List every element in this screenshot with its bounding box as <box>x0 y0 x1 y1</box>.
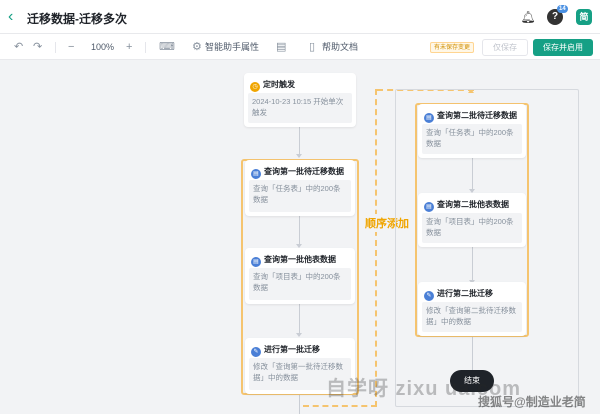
layout-icon[interactable]: ▤ <box>276 40 286 54</box>
keyboard-icon[interactable]: ⌨ <box>159 40 175 54</box>
node-title: ▤ 查询第一批他表数据 <box>251 254 336 267</box>
save-button[interactable]: 仅保存 <box>482 39 528 56</box>
zoom-in-icon[interactable]: + <box>126 40 132 54</box>
database-icon: ▤ <box>251 257 261 267</box>
connector <box>299 127 300 157</box>
help-icon[interactable]: ? 14 <box>547 5 568 25</box>
node-title: ✎ 进行第一批迁移 <box>251 344 320 357</box>
database-icon: ▤ <box>424 202 434 212</box>
undo-icon[interactable]: ↶ <box>14 40 23 54</box>
arrow <box>296 154 302 158</box>
edit-icon: ✎ <box>251 347 261 357</box>
node-title: ▤ 查询第二批待迁移数据 <box>424 110 517 123</box>
settings-icon[interactable]: ⚙ <box>192 40 202 54</box>
app-header: ‹ 迁移数据-迁移多次 🔔︎ ? 14 简 <box>0 0 600 34</box>
help-badge: 14 <box>557 5 568 13</box>
database-icon: ▤ <box>251 169 261 179</box>
help-doc-button[interactable]: 帮助文档 <box>322 40 358 54</box>
zoom-level: 100% <box>91 42 115 52</box>
trigger-node[interactable]: ◷ 定时触发 2024-10-23 10:15 开始单次触发 <box>244 73 356 127</box>
migrate-second-batch-node[interactable]: ✎ 进行第二批迁移 修改「查询第二批待迁移数据」中的数据 <box>418 282 526 336</box>
divider <box>145 42 146 53</box>
bell-icon[interactable]: 🔔︎ <box>520 9 536 25</box>
query-first-other-node[interactable]: ▤ 查询第一批他表数据 查询「项目表」中的200条数据 <box>245 248 355 304</box>
node-desc: 查询「任务表」中的200条数据 <box>249 180 351 212</box>
book-icon[interactable]: ▯ <box>309 40 315 54</box>
node-desc: 查询「项目表」中的200条数据 <box>422 213 522 243</box>
node-title: ▤ 查询第二批他表数据 <box>424 199 509 212</box>
connector <box>472 336 473 370</box>
node-desc: 查询「任务表」中的200条数据 <box>422 124 522 154</box>
page-title: 迁移数据-迁移多次 <box>27 12 127 26</box>
node-desc: 查询「项目表」中的200条数据 <box>249 268 351 300</box>
edit-icon: ✎ <box>424 291 434 301</box>
redo-icon[interactable]: ↷ <box>33 40 42 54</box>
node-title: ✎ 进行第二批迁移 <box>424 288 493 301</box>
query-first-batch-node[interactable]: ▤ 查询第一批待迁移数据 查询「任务表」中的200条数据 <box>245 160 355 216</box>
flow-canvas[interactable]: 顺序添加 ◷ 定时触发 2024-10-23 10:15 开始单次触发 ▤ 查询第一… <box>0 61 600 414</box>
unsaved-tag: 有未保存变更 <box>430 42 475 53</box>
chevron-left-icon[interactable]: ‹ <box>8 9 22 25</box>
node-desc: 修改「查询第二批待迁移数据」中的数据 <box>422 302 522 332</box>
clock-icon: ◷ <box>250 82 260 92</box>
connector <box>299 395 300 414</box>
watermark-author: 搜狐号@制造业老简 <box>478 395 586 409</box>
node-title: ◷ 定时触发 <box>250 79 295 92</box>
toolbar: ↶ ↷ − 100% + ⌨ ⚙ 智能助手属性 ▤ ▯ 帮助文档 有未保存变更 … <box>0 34 600 60</box>
save-enable-button[interactable]: 保存并启用 <box>533 39 593 56</box>
divider <box>55 42 56 53</box>
database-icon: ▤ <box>424 113 434 123</box>
node-title: ▤ 查询第一批待迁移数据 <box>251 166 344 179</box>
zoom-out-icon[interactable]: − <box>68 40 74 54</box>
avatar[interactable]: 简 <box>576 9 592 25</box>
node-desc: 2024-10-23 10:15 开始单次触发 <box>248 93 352 123</box>
query-second-other-node[interactable]: ▤ 查询第二批他表数据 查询「项目表」中的200条数据 <box>418 193 526 247</box>
query-second-batch-node[interactable]: ▤ 查询第二批待迁移数据 查询「任务表」中的200条数据 <box>418 104 526 158</box>
smart-assistant-button[interactable]: 智能助手属性 <box>205 40 259 54</box>
